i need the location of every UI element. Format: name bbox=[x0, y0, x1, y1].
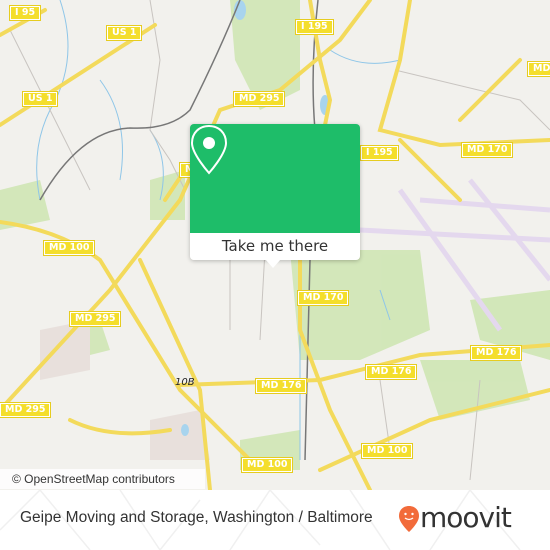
moovit-pin-icon bbox=[399, 506, 419, 532]
road-label: I 195 bbox=[295, 19, 334, 35]
exit-label: 10B bbox=[175, 377, 195, 388]
brand-name: moovit bbox=[420, 501, 512, 534]
road-label: MD bbox=[526, 61, 550, 77]
map[interactable]: I 95 US 1 US 1 MD 295 I 195 I 195 MD 170… bbox=[0, 0, 550, 490]
popup-pointer bbox=[265, 259, 281, 268]
place-title: Geipe Moving and Storage, Washington / B… bbox=[20, 509, 373, 526]
footer: Geipe Moving and Storage, Washington / B… bbox=[0, 490, 550, 550]
popup-header bbox=[190, 124, 360, 233]
road-label: MD 176 bbox=[254, 378, 308, 394]
road-label: MD 170 bbox=[296, 290, 350, 306]
road-label: MD 176 bbox=[364, 364, 418, 380]
road-label: MD 295 bbox=[68, 311, 122, 327]
osm-attribution[interactable]: © OpenStreetMap contributors bbox=[0, 469, 205, 489]
road-label: US 1 bbox=[21, 91, 59, 107]
road-label: MD 100 bbox=[42, 240, 96, 256]
road-label: MD 176 bbox=[469, 345, 523, 361]
road-label: I 195 bbox=[360, 145, 399, 161]
road-label: MD 100 bbox=[360, 443, 414, 459]
location-popup: Take me there bbox=[190, 124, 360, 260]
moovit-logo[interactable]: moovit bbox=[398, 501, 512, 535]
road-label: I 95 bbox=[8, 5, 42, 21]
road-label: MD 295 bbox=[0, 402, 52, 418]
map-pin-icon bbox=[190, 124, 228, 175]
road-label: MD 170 bbox=[460, 142, 514, 158]
road-label: US 1 bbox=[105, 25, 143, 41]
road-label: MD 295 bbox=[232, 91, 286, 107]
take-me-there-button[interactable]: Take me there bbox=[190, 233, 360, 260]
road-label: MD 100 bbox=[240, 457, 294, 473]
